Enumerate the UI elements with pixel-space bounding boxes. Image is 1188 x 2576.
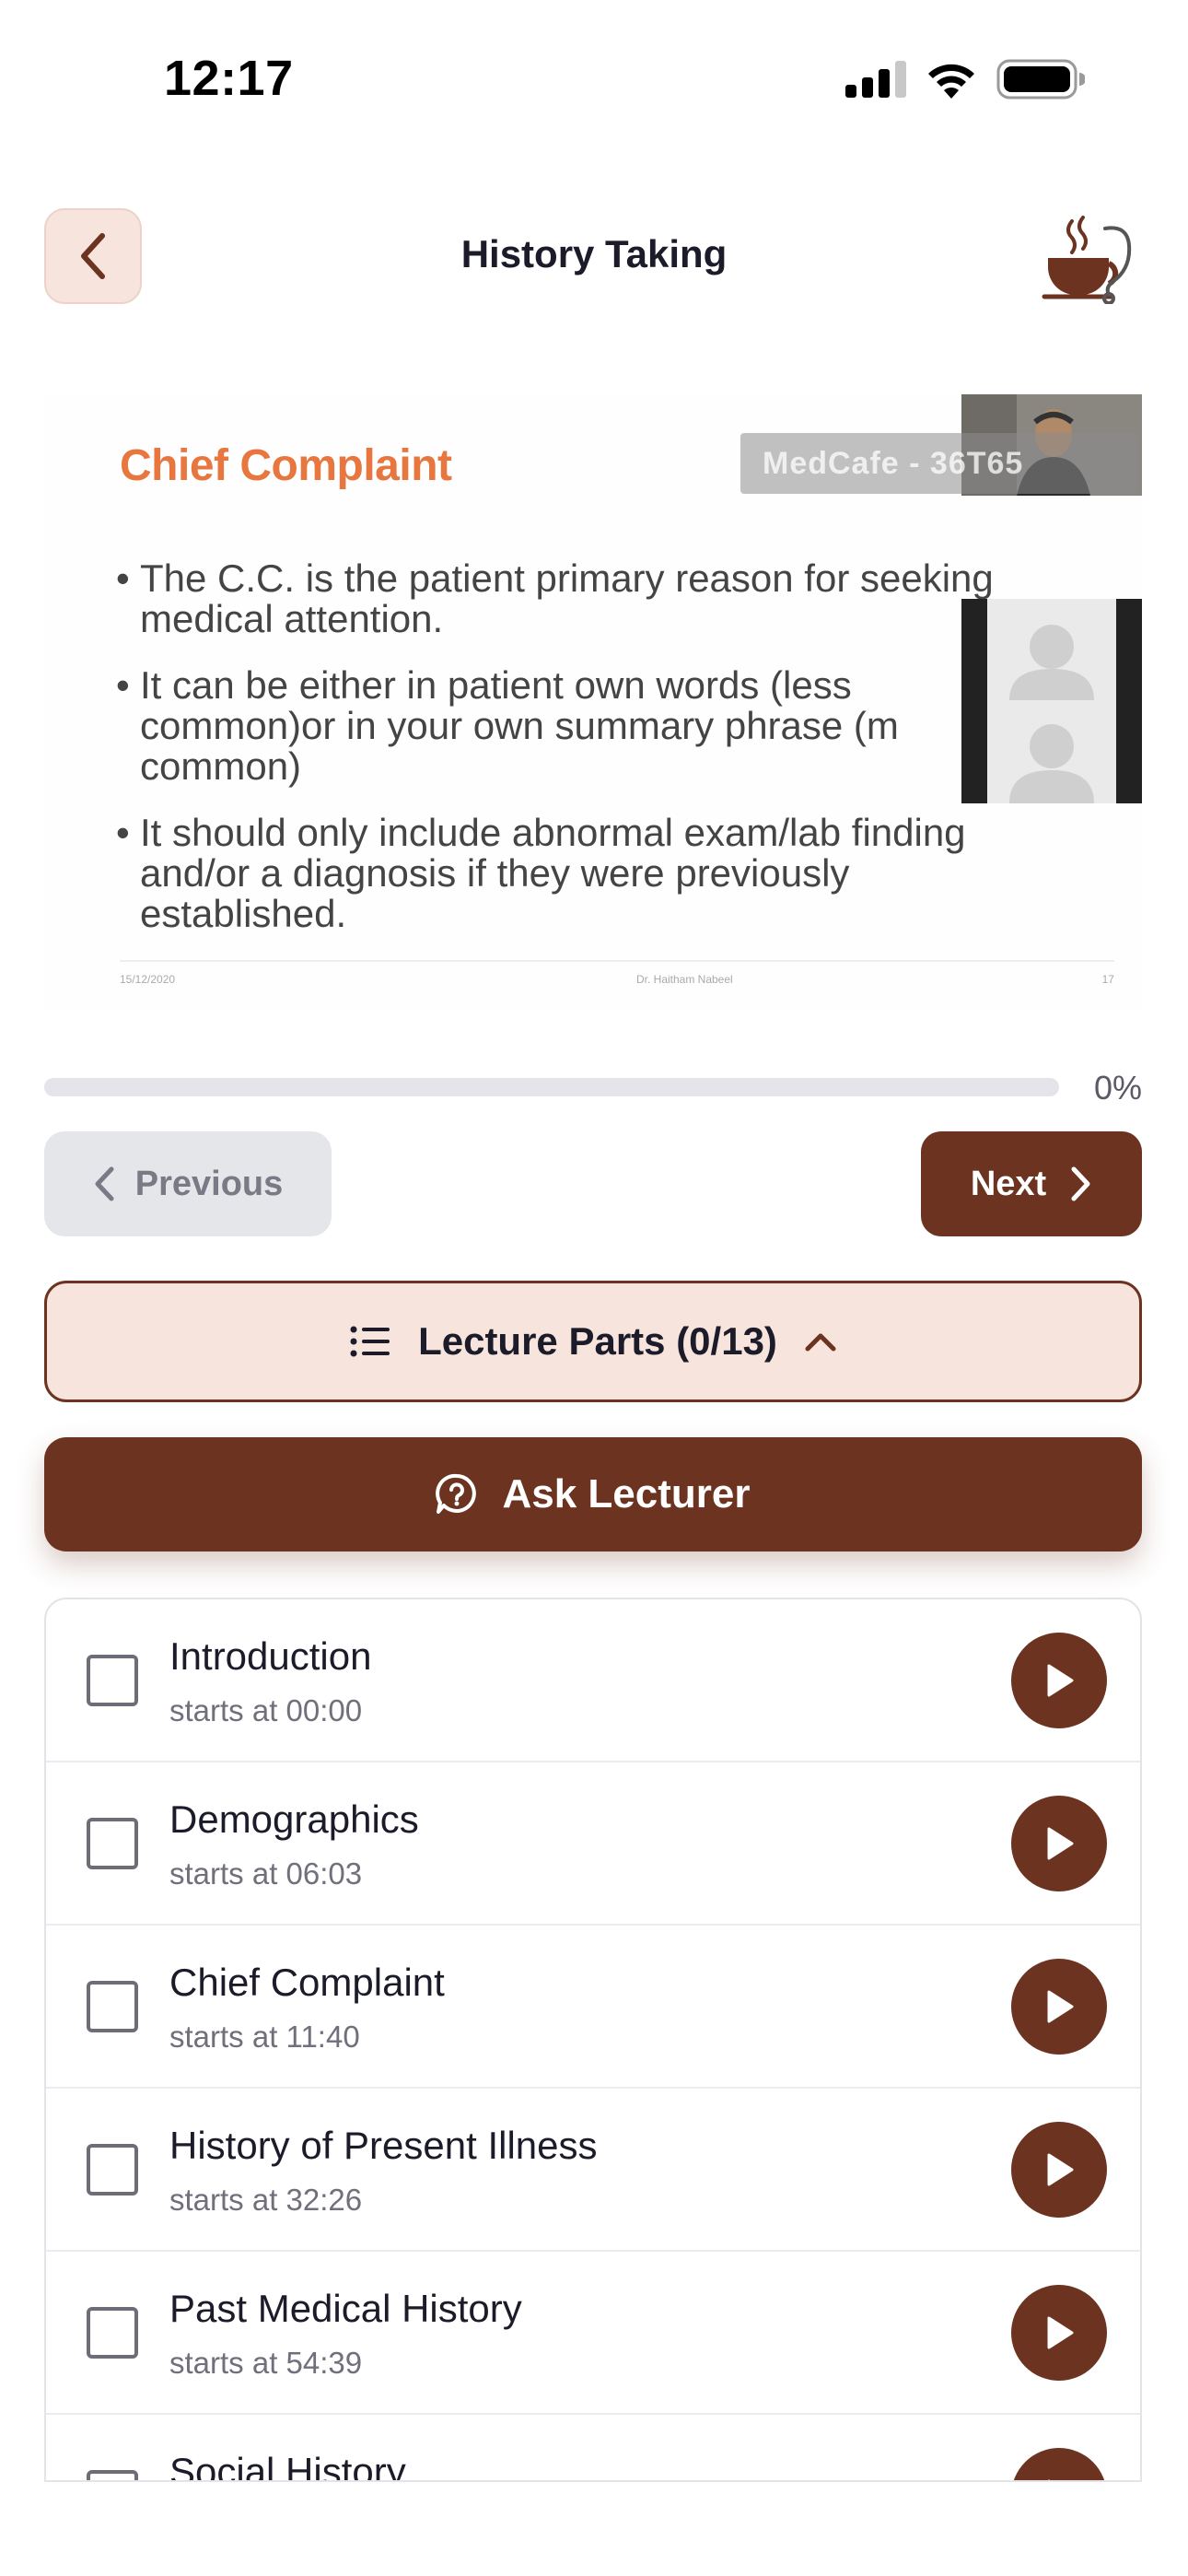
previous-button[interactable]: Previous	[44, 1131, 332, 1236]
slide-bullets: The C.C. is the patient primary reason f…	[116, 558, 1046, 960]
lecture-progress: 0%	[44, 1069, 1142, 1113]
lecture-parts-toggle[interactable]: Lecture Parts (0/13)	[44, 1281, 1142, 1402]
play-icon	[1047, 2316, 1074, 2349]
slide-bullet: It can be either in patient own words (l…	[116, 665, 1046, 787]
play-icon	[1047, 2479, 1051, 2480]
part-title: Chief Complaint	[169, 1961, 445, 2004]
part-checkbox[interactable]	[87, 1655, 138, 1706]
wifi-icon	[928, 64, 974, 99]
part-checkbox[interactable]	[87, 2470, 138, 2480]
chevron-right-icon	[1071, 1166, 1090, 1201]
ask-lecturer-label: Ask Lecturer	[502, 1471, 751, 1516]
part-start-time: starts at 32:26	[169, 2183, 363, 2217]
part-start-time: starts at 06:03	[169, 1856, 363, 1891]
progress-track	[44, 1078, 1059, 1096]
previous-label: Previous	[134, 1164, 284, 1203]
participant-thumbnails	[961, 599, 1142, 803]
slide-date: 15/12/2020	[120, 973, 176, 986]
play-button[interactable]	[1011, 2448, 1107, 2480]
ask-lecturer-button[interactable]: Ask Lecturer	[44, 1437, 1142, 1551]
list-item[interactable]: Chief Complaint starts at 11:40	[46, 1926, 1140, 2089]
status-bar: 12:17	[0, 0, 1188, 147]
signal-icon	[845, 61, 906, 98]
part-checkbox[interactable]	[87, 2144, 138, 2195]
play-button[interactable]	[1011, 1633, 1107, 1728]
next-button[interactable]: Next	[921, 1131, 1142, 1236]
play-icon	[1047, 1990, 1074, 2023]
video-watermark: MedCafe - 36T65	[740, 433, 1138, 494]
lecture-parts-list: Introduction starts at 00:00 Demographic…	[44, 1598, 1142, 2482]
play-icon	[1047, 1664, 1074, 1697]
play-button[interactable]	[1011, 1959, 1107, 2055]
chat-question-icon	[436, 1473, 477, 1514]
part-title: Social History	[169, 2450, 406, 2482]
header: History Taking	[0, 205, 1188, 308]
part-title: Demographics	[169, 1797, 419, 1841]
list-item[interactable]: Past Medical History starts at 54:39	[46, 2252, 1140, 2415]
slide-bullet: The C.C. is the patient primary reason f…	[116, 558, 1046, 639]
lecture-parts-label: Lecture Parts (0/13)	[418, 1319, 777, 1363]
part-title: History of Present Illness	[169, 2124, 598, 2167]
list-item[interactable]: Introduction starts at 00:00	[46, 1599, 1140, 1762]
slide-page: 17	[1101, 973, 1114, 986]
list-icon	[350, 1326, 390, 1357]
slide-footer: 15/12/2020 Dr. Haitham Nabeel 17	[120, 960, 1114, 986]
coffee-stethoscope-logo	[1042, 216, 1132, 304]
list-item[interactable]: History of Present Illness starts at 32:…	[46, 2089, 1140, 2252]
part-title: Introduction	[169, 1634, 372, 1678]
play-icon	[1047, 2153, 1074, 2186]
play-icon	[1047, 1827, 1074, 1860]
progress-percent: 0%	[1093, 1069, 1142, 1107]
part-checkbox[interactable]	[87, 1818, 138, 1869]
next-label: Next	[970, 1164, 1047, 1203]
status-time: 12:17	[164, 51, 294, 106]
play-button[interactable]	[1011, 1796, 1107, 1891]
chevron-up-icon	[805, 1333, 836, 1352]
list-item[interactable]: Demographics starts at 06:03	[46, 1762, 1140, 1926]
part-title: Past Medical History	[169, 2287, 522, 2330]
part-start-time: starts at 11:40	[169, 2020, 360, 2054]
part-checkbox[interactable]	[87, 2307, 138, 2359]
play-button[interactable]	[1011, 2285, 1107, 2381]
play-button[interactable]	[1011, 2122, 1107, 2218]
part-checkbox[interactable]	[87, 1981, 138, 2032]
slide-author: Dr. Haitham Nabeel	[635, 973, 733, 986]
lecture-video[interactable]: Chief Complaint MedCafe - 36T65 The C.C.…	[44, 394, 1142, 1010]
slide-bullet: It should only include abnormal exam/lab…	[116, 813, 1046, 934]
slide-title: Chief Complaint	[120, 441, 452, 490]
page-title: History Taking	[460, 232, 728, 275]
part-start-time: starts at 00:00	[169, 1693, 363, 1727]
battery-icon	[996, 59, 1085, 100]
list-item[interactable]: Social History	[46, 2415, 1140, 2482]
status-icons	[845, 59, 1085, 100]
part-start-time: starts at 54:39	[169, 2346, 363, 2380]
user-placeholder-icon	[987, 599, 1116, 803]
chevron-left-icon	[95, 1166, 114, 1201]
